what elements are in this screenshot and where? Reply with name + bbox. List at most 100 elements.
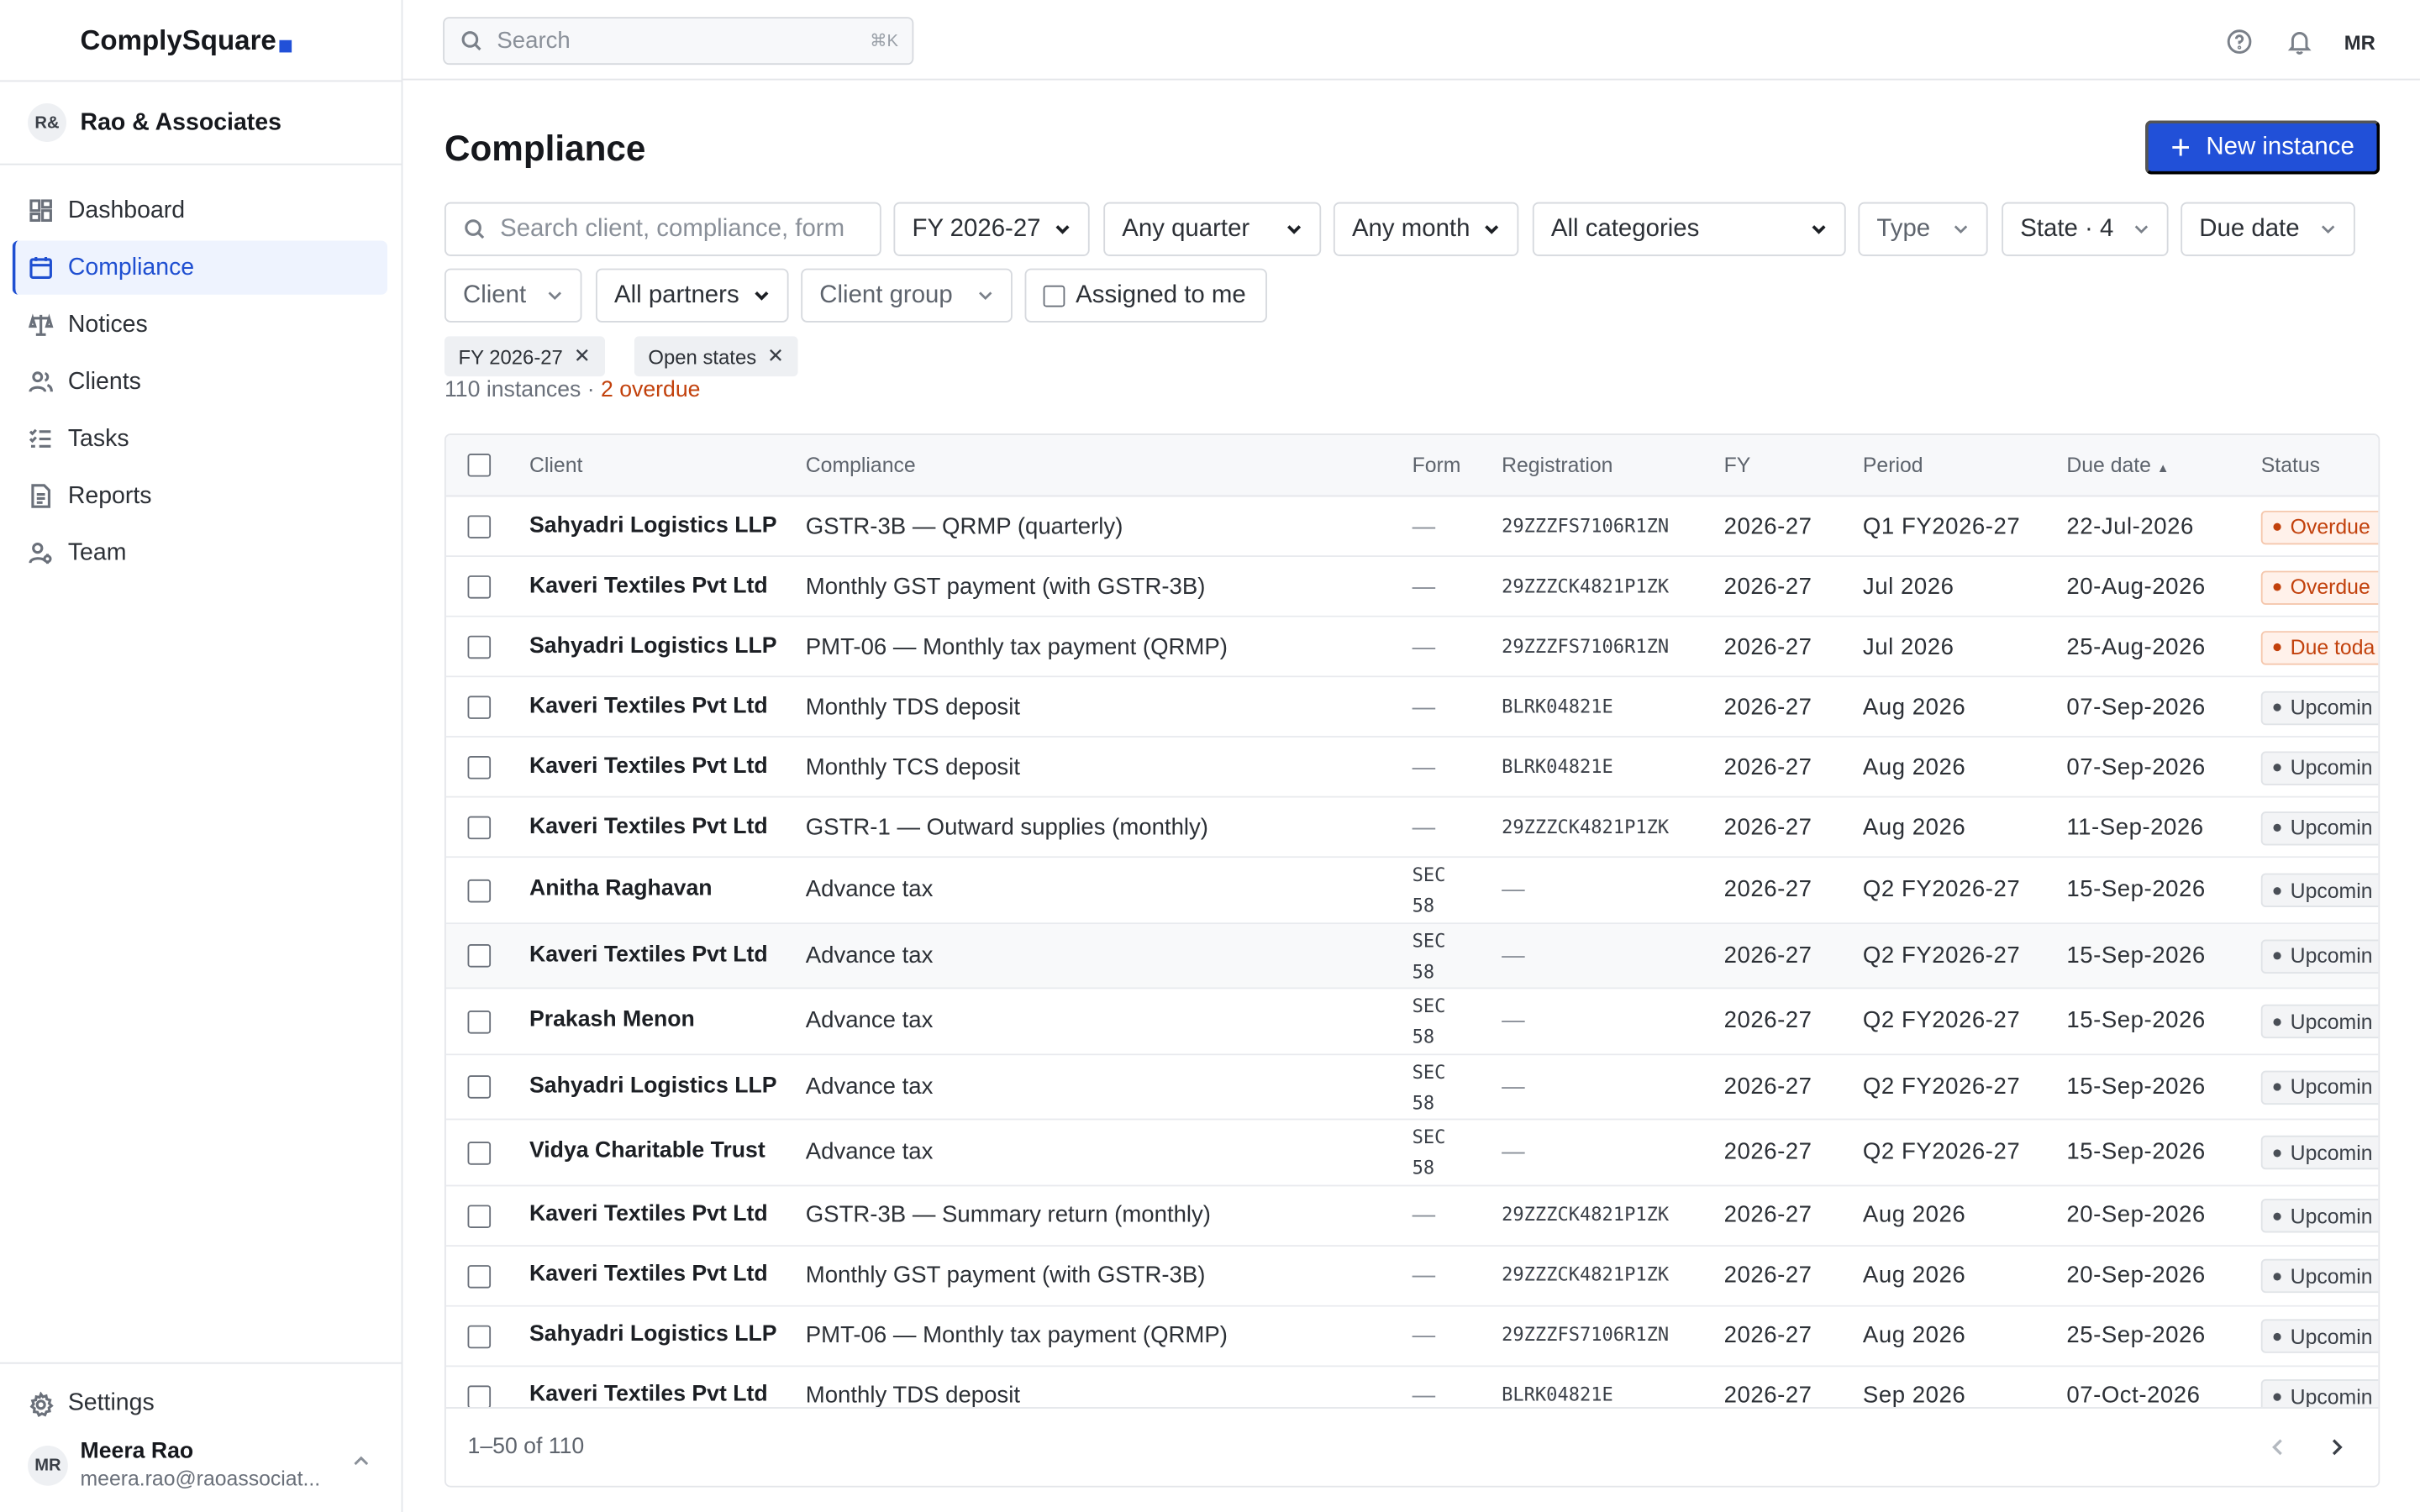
partners-select[interactable]: All partners (595, 268, 789, 323)
table-row[interactable]: Sahyadri Logistics LLP PMT-06 — Monthly t… (445, 617, 2379, 678)
assigned-to-me-toggle[interactable]: Assigned to me (1024, 268, 1267, 323)
client-name[interactable]: Prakash Menon (529, 1008, 695, 1032)
help-icon[interactable] (2226, 28, 2254, 55)
table-row[interactable]: Vidya Charitable Trust Advance tax SEC 58 —… (445, 1120, 2379, 1186)
row-checkbox[interactable] (467, 575, 492, 599)
table-row[interactable]: Sahyadri Logistics LLP PMT-06 — Monthly t… (445, 1305, 2379, 1367)
category-select[interactable]: All categories (1532, 202, 1846, 256)
sidebar-item-compliance[interactable]: Compliance (12, 240, 388, 295)
table-row[interactable]: Kaveri Textiles Pvt Ltd GSTR-1 — Outward … (445, 797, 2379, 858)
select-all-checkbox[interactable] (467, 453, 492, 477)
brand-logo[interactable]: ComplySquare (0, 0, 402, 82)
sidebar-item-team[interactable]: Team (13, 526, 387, 580)
col-form[interactable]: Form (1413, 454, 1461, 477)
chevron-down-icon (1485, 225, 1499, 234)
assigned-label: Assigned to me (1076, 281, 1246, 308)
table-row[interactable]: Sahyadri Logistics LLP Advance tax SEC 58 —… (445, 1054, 2379, 1121)
row-checkbox[interactable] (467, 1075, 492, 1100)
table-body: Sahyadri Logistics LLP GSTR-3B — QRMP (qu… (445, 496, 2379, 1410)
state-filter[interactable]: State · 4 (2002, 202, 2169, 256)
table-row[interactable]: Kaveri Textiles Pvt Ltd Advance tax SEC 58… (445, 923, 2379, 990)
client-filter[interactable]: Client (444, 268, 582, 323)
registration: BLRK04821E (1502, 755, 1613, 777)
row-checkbox[interactable] (467, 635, 492, 659)
table-row[interactable]: Prakash Menon Advance tax SEC 58 — 2026-27 Q2… (445, 989, 2379, 1055)
filter-chip-states: Open states ✕ (634, 336, 798, 377)
sidebar-item-clients[interactable]: Clients (13, 354, 387, 408)
form-code: — (1412, 1382, 1436, 1409)
avatar[interactable]: MR (2339, 22, 2380, 62)
due-date-filter[interactable]: Due date (2181, 202, 2355, 256)
type-filter[interactable]: Type (1858, 202, 1988, 256)
table-row[interactable]: Kaveri Textiles Pvt Ltd Monthly GST payme… (445, 557, 2379, 617)
bell-icon[interactable] (2286, 28, 2313, 55)
client-name[interactable]: Kaveri Textiles Pvt Ltd (529, 814, 768, 838)
team-icon (29, 542, 52, 564)
compliance-name: Monthly TDS deposit (805, 1382, 1021, 1409)
row-checkbox[interactable] (467, 944, 492, 969)
table-row[interactable]: Kaveri Textiles Pvt Ltd GSTR-3B — Summary… (445, 1185, 2379, 1247)
client-name[interactable]: Kaveri Textiles Pvt Ltd (529, 1383, 768, 1407)
quarter-select[interactable]: Any quarter (1103, 202, 1322, 256)
row-checkbox[interactable] (467, 816, 492, 840)
sidebar-item-notices[interactable]: Notices (13, 297, 387, 351)
org-switcher[interactable]: R& Rao & Associates (0, 81, 402, 165)
client-name[interactable]: Kaveri Textiles Pvt Ltd (529, 753, 768, 778)
fy-value: 2026-27 (1723, 876, 1812, 903)
col-due-date[interactable]: Due date ▲ (2066, 454, 2169, 477)
close-icon[interactable]: ✕ (767, 344, 784, 369)
row-checkbox[interactable] (467, 1010, 492, 1034)
close-icon[interactable]: ✕ (574, 344, 591, 369)
client-name[interactable]: Vidya Charitable Trust (529, 1139, 765, 1163)
col-period[interactable]: Period (1863, 454, 1923, 477)
global-search-input[interactable] (497, 28, 837, 55)
new-instance-button[interactable]: + New instance (2145, 120, 2381, 175)
chevron-right-icon[interactable] (2326, 1436, 2348, 1458)
period-value: Jul 2026 (1862, 573, 1954, 600)
row-checkbox[interactable] (467, 1264, 492, 1288)
table-row[interactable]: Kaveri Textiles Pvt Ltd Monthly TDS depos… (445, 677, 2379, 738)
global-search[interactable]: ⌘K (443, 17, 914, 66)
fy-select[interactable]: FY 2026-27 (893, 202, 1090, 256)
sidebar-item-reports[interactable]: Reports (13, 469, 387, 522)
row-checkbox[interactable] (467, 879, 492, 903)
table-row[interactable]: Kaveri Textiles Pvt Ltd Monthly TDS depos… (445, 1366, 2379, 1410)
col-registration[interactable]: Registration (1502, 454, 1612, 477)
row-checkbox[interactable] (467, 1204, 492, 1228)
client-name[interactable]: Kaveri Textiles Pvt Ltd (529, 1202, 768, 1226)
table-row[interactable]: Kaveri Textiles Pvt Ltd Monthly TCS depos… (445, 737, 2379, 798)
overdue-count[interactable]: 2 overdue (601, 378, 700, 402)
table-row[interactable]: Anitha Raghavan Advance tax SEC 58 — 2026-27… (445, 858, 2379, 924)
col-client[interactable]: Client (529, 454, 582, 477)
table-row[interactable]: Sahyadri Logistics LLP GSTR-3B — QRMP (qu… (445, 496, 2379, 558)
filter-search-input[interactable]: Search client, compliance, form (444, 202, 881, 256)
col-compliance[interactable]: Compliance (806, 454, 916, 477)
client-name[interactable]: Anitha Raghavan (529, 877, 713, 901)
client-name[interactable]: Sahyadri Logistics LLP (529, 1322, 777, 1347)
row-checkbox[interactable] (467, 1384, 492, 1408)
row-checkbox[interactable] (467, 1324, 492, 1348)
row-checkbox[interactable] (467, 755, 492, 780)
month-select[interactable]: Any month (1333, 202, 1519, 256)
row-checkbox[interactable] (467, 515, 492, 539)
sidebar-item-dashboard[interactable]: Dashboard (13, 184, 387, 238)
row-checkbox[interactable] (467, 1141, 492, 1165)
row-checkbox[interactable] (467, 696, 492, 719)
col-fy[interactable]: FY (1724, 454, 1751, 477)
chevron-left-icon[interactable] (2267, 1436, 2289, 1458)
user-menu[interactable]: MR Meera Rao meera.rao@raoassociat... (28, 1438, 382, 1494)
client-name[interactable]: Sahyadri Logistics LLP (529, 633, 777, 658)
client-name[interactable]: Kaveri Textiles Pvt Ltd (529, 573, 768, 597)
client-name[interactable]: Kaveri Textiles Pvt Ltd (529, 942, 768, 967)
assigned-checkbox[interactable] (1043, 284, 1065, 307)
table-row[interactable]: Kaveri Textiles Pvt Ltd Monthly GST payme… (445, 1246, 2379, 1306)
client-name[interactable]: Kaveri Textiles Pvt Ltd (529, 694, 768, 718)
col-status[interactable]: Status (2261, 454, 2320, 477)
client-name[interactable]: Sahyadri Logistics LLP (529, 1074, 777, 1098)
client-group-filter[interactable]: Client group (801, 268, 1013, 323)
sidebar-item-tasks[interactable]: Tasks (13, 412, 387, 465)
status-label: Upcomin (2290, 1264, 2373, 1288)
client-name[interactable]: Kaveri Textiles Pvt Ltd (529, 1262, 768, 1286)
client-name[interactable]: Sahyadri Logistics LLP (529, 513, 777, 538)
sidebar-item-settings[interactable]: Settings (28, 1390, 155, 1418)
